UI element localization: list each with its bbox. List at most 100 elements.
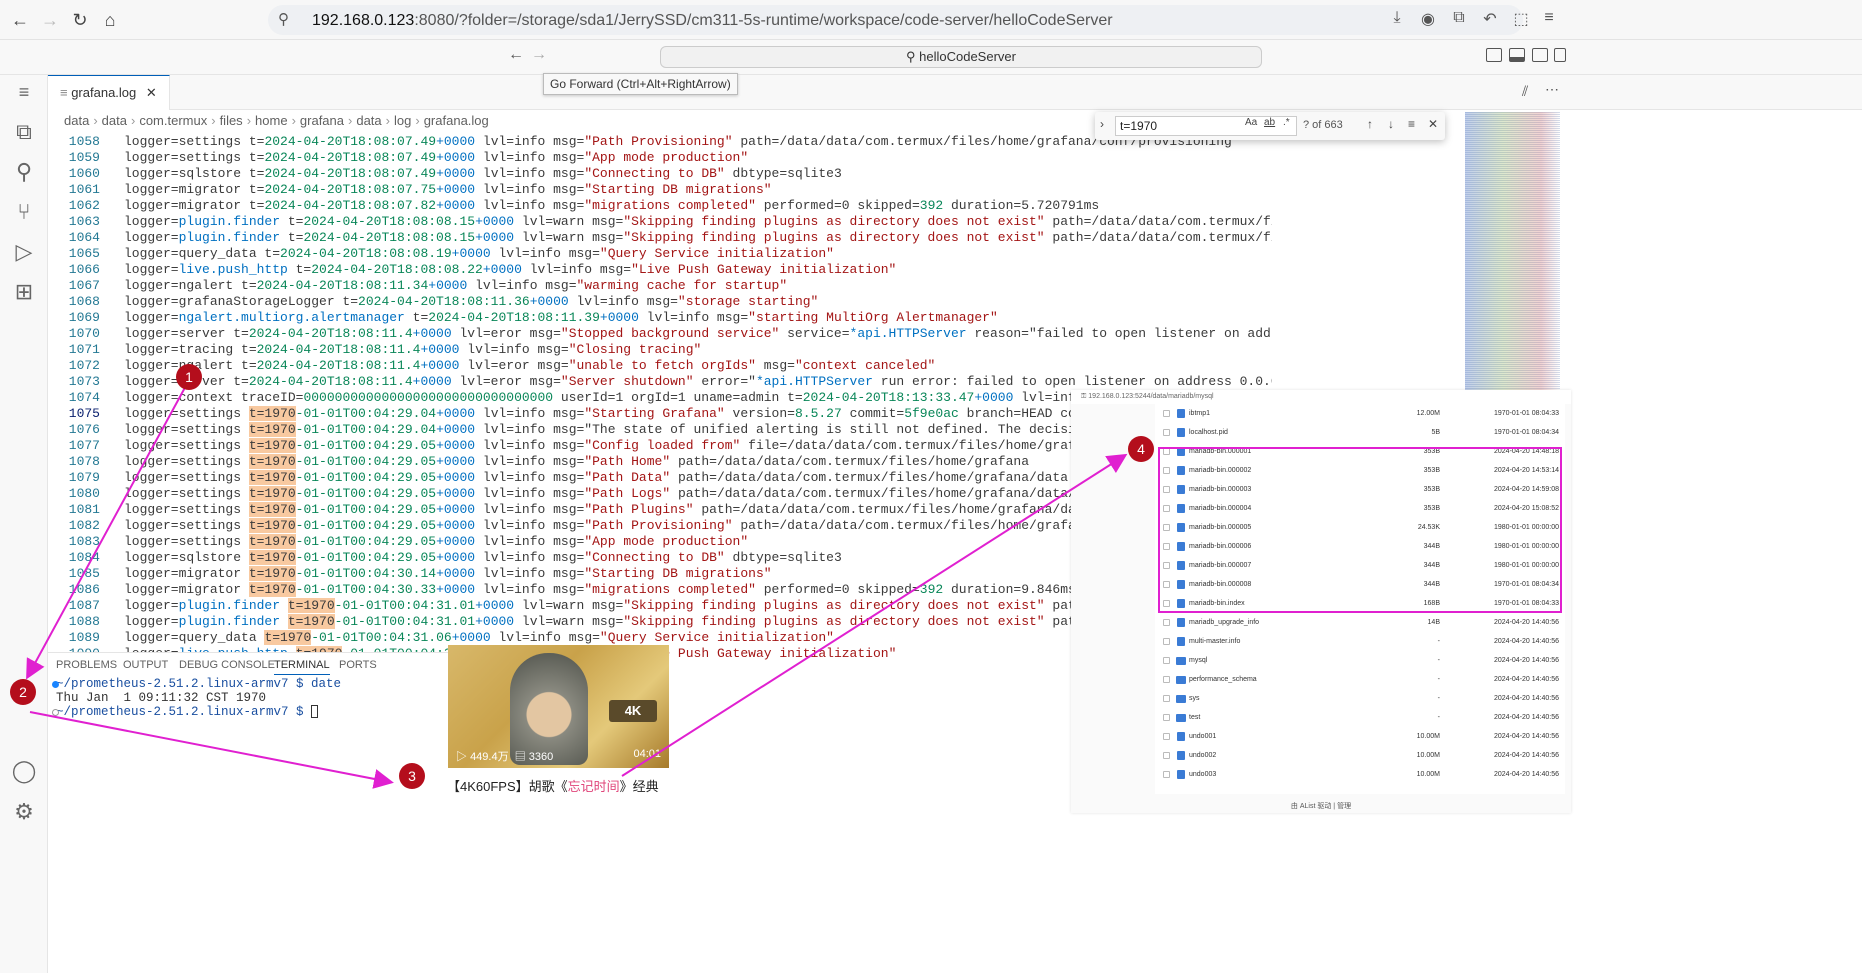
tab-terminal[interactable]: TERMINAL	[274, 659, 330, 675]
address-bar[interactable]: ⚲ 192.168.0.123:8080/?folder=/storage/sd…	[268, 5, 1523, 35]
code-line: logger=server t=2024-04-20T18:08:11.4+00…	[124, 374, 1272, 389]
row-checkbox[interactable]	[1163, 410, 1170, 417]
close-tab-icon[interactable]: ✕	[146, 85, 157, 100]
search-icon[interactable]: ⚲	[9, 157, 39, 187]
row-checkbox[interactable]	[1163, 676, 1170, 683]
toggle-sidebar-icon[interactable]	[1486, 48, 1502, 62]
more-actions-icon[interactable]: ⋯	[1545, 81, 1559, 98]
breadcrumb: data › data › com.termux › files › home › grafana ›…	[48, 110, 1862, 132]
previous-match-icon[interactable]: ↑	[1367, 117, 1373, 131]
account-avatar-icon[interactable]: ◯	[9, 756, 39, 786]
file-row[interactable]: ibtmp1 12.00M 1970-01-01 08:04:33	[1155, 404, 1565, 423]
code-line: logger=live.push_http t=2024-04-20T18:08…	[124, 262, 897, 277]
hamburger-menu-icon[interactable]: ≡	[9, 77, 39, 107]
find-in-selection-icon[interactable]: ≡	[1408, 117, 1415, 131]
site-info-icon[interactable]: ⚲	[278, 10, 289, 28]
breadcrumb-separator: ›	[246, 113, 252, 128]
terminal-prompt-text: ~/prometheus-2.51.2.linux-armv7 $	[56, 705, 312, 719]
breadcrumb-item[interactable]: grafana	[300, 113, 344, 128]
breadcrumb-item[interactable]: data	[102, 113, 127, 128]
undo-icon[interactable]: ↶	[1479, 9, 1501, 31]
video-title-highlight: 忘记时间	[567, 779, 620, 794]
breadcrumb-item[interactable]: data	[64, 113, 89, 128]
row-checkbox[interactable]	[1163, 695, 1170, 702]
line-number: 1083	[68, 534, 100, 549]
folder-row[interactable]: mysql - 2024-04-20 14:40:56	[1155, 651, 1565, 670]
line-number: 1063	[68, 214, 100, 229]
whole-word-icon[interactable]: ab	[1264, 117, 1275, 128]
folder-row[interactable]: test - 2024-04-20 14:40:56	[1155, 708, 1565, 727]
danmaku-icon: ▤	[514, 751, 529, 763]
folder-row[interactable]: performance_schema - 2024-04-20 14:40:56	[1155, 670, 1565, 689]
toggle-panel-icon[interactable]	[1509, 48, 1525, 62]
command-center[interactable]: ⚲ helloCodeServer	[660, 46, 1262, 68]
file-name: multi-master.info	[1189, 638, 1241, 645]
video-title[interactable]: 【4K60FPS】胡歌《忘记时间》经典	[447, 776, 672, 795]
customize-layout-icon[interactable]	[1554, 48, 1566, 62]
next-match-icon[interactable]: ↓	[1388, 117, 1394, 131]
code-line: logger=settings t=2024-04-20T18:08:07.49…	[124, 150, 749, 165]
row-checkbox[interactable]	[1163, 771, 1170, 778]
go-back-icon[interactable]: ←	[508, 46, 524, 64]
terminal-prompt[interactable]: ~/prometheus-2.51.2.linux-armv7 $	[52, 705, 319, 719]
row-checkbox[interactable]	[1163, 638, 1170, 645]
crop-icon[interactable]: ⧉	[1448, 9, 1470, 31]
regex-icon[interactable]: .*	[1283, 117, 1290, 128]
breadcrumb-item[interactable]: com.termux	[139, 113, 207, 128]
callout-1: 1	[176, 364, 202, 390]
file-row[interactable]: localhost.pid 5B 1970-01-01 08:04:34	[1155, 423, 1565, 442]
file-name: undo003	[1189, 771, 1217, 778]
file-date: 2024-04-20 14:40:56	[1494, 619, 1559, 626]
download-icon[interactable]: ⤓	[1386, 9, 1408, 31]
home-icon[interactable]: ⌂	[98, 8, 122, 32]
file-row[interactable]: mariadb_upgrade_info 14B 2024-04-20 14:40:…	[1155, 613, 1565, 632]
extensions-icon[interactable]: ⬚	[1510, 9, 1532, 31]
row-checkbox[interactable]	[1163, 714, 1170, 721]
alist-url-text: 192.168.0.123:5244/data/mariadb/mysql	[1088, 393, 1214, 400]
row-checkbox[interactable]	[1163, 429, 1170, 436]
line-number: 1078	[68, 454, 100, 469]
breadcrumb-item[interactable]: grafana.log	[424, 113, 489, 128]
extensions-view-icon[interactable]: ⊞	[9, 277, 39, 307]
row-checkbox[interactable]	[1163, 657, 1170, 664]
code-line: logger=settings t=1970-01-01T00:04:29.05…	[124, 518, 1232, 533]
back-icon[interactable]: ←	[8, 8, 32, 32]
breadcrumb-item[interactable]: log	[394, 113, 411, 128]
row-checkbox[interactable]	[1163, 619, 1170, 626]
tab-output[interactable]: OUTPUT	[123, 659, 168, 671]
editor-tab[interactable]: ≡ grafana.log ✕	[48, 75, 170, 110]
breadcrumb-item[interactable]: home	[255, 113, 288, 128]
row-checkbox[interactable]	[1163, 752, 1170, 759]
file-row[interactable]: undo002 10.00M 2024-04-20 14:40:56	[1155, 746, 1565, 765]
settings-gear-icon[interactable]: ⚙	[9, 797, 39, 827]
run-debug-icon[interactable]: ▷	[9, 237, 39, 267]
source-control-icon[interactable]: ⑂	[9, 197, 39, 227]
explorer-icon[interactable]: ⧉	[9, 117, 39, 147]
file-icon	[1177, 428, 1185, 437]
file-icon	[1177, 409, 1185, 418]
go-forward-icon[interactable]: →	[531, 46, 547, 64]
file-name: performance_schema	[1189, 676, 1257, 683]
file-row[interactable]: undo003 10.00M 2024-04-20 14:40:56	[1155, 765, 1565, 784]
split-editor-icon[interactable]: ⫽	[1522, 83, 1528, 100]
toggle-secondary-sidebar-icon[interactable]	[1532, 48, 1548, 62]
forward-icon[interactable]: →	[38, 8, 62, 32]
tab-debug-console[interactable]: DEBUG CONSOLE	[179, 659, 275, 671]
match-case-icon[interactable]: Aa	[1245, 117, 1257, 128]
code-line: logger=migrator t=1970-01-01T00:04:30.14…	[124, 566, 772, 581]
breadcrumb-item[interactable]: files	[220, 113, 243, 128]
row-checkbox[interactable]	[1163, 733, 1170, 740]
file-row[interactable]: undo001 10.00M 2024-04-20 14:40:56	[1155, 727, 1565, 746]
reload-icon[interactable]: ↻	[68, 8, 92, 32]
folder-row[interactable]: sys - 2024-04-20 14:40:56	[1155, 689, 1565, 708]
toggle-replace-icon[interactable]: ›	[1100, 117, 1104, 131]
file-row[interactable]: multi-master.info - 2024-04-20 14:40:56	[1155, 632, 1565, 651]
tab-ports[interactable]: PORTS	[339, 659, 377, 671]
file-icon	[1177, 751, 1185, 760]
video-thumbnail[interactable]: 4K ▷ 449.4万 ▤ 3360 04:01	[448, 645, 669, 768]
tab-problems[interactable]: PROBLEMS	[56, 659, 117, 671]
close-find-icon[interactable]: ✕	[1428, 117, 1438, 131]
menu-icon[interactable]: ≡	[1538, 9, 1560, 31]
account-icon[interactable]: ◉	[1417, 9, 1439, 31]
breadcrumb-item[interactable]: data	[356, 113, 381, 128]
